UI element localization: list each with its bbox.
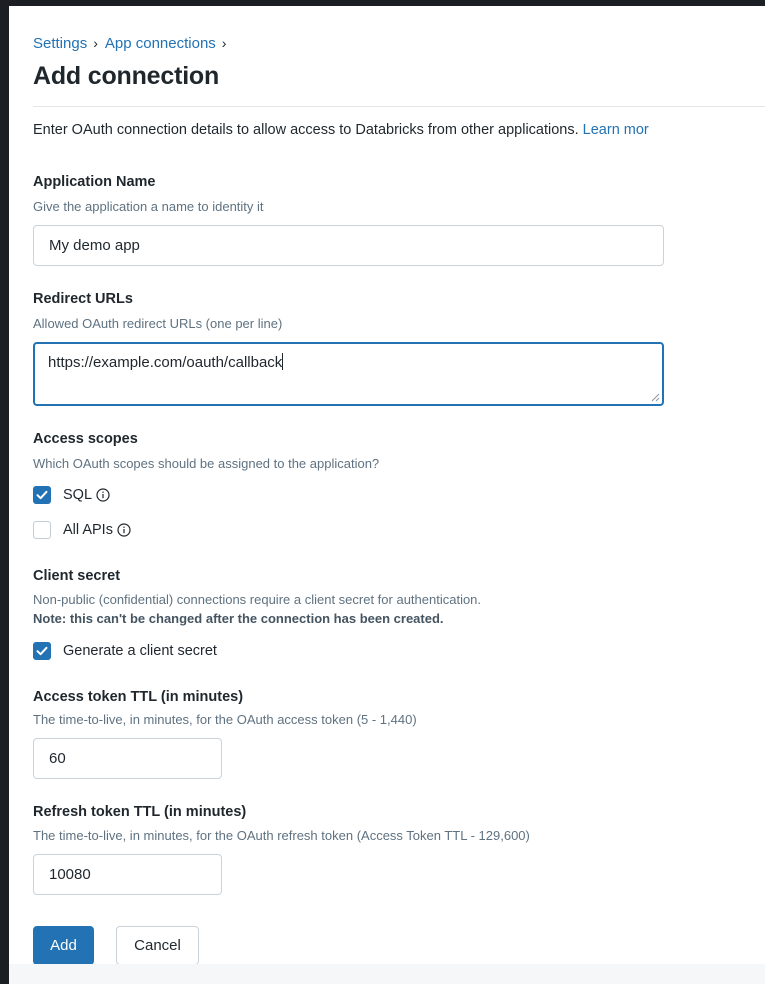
- scope-all-apis-option[interactable]: All APIs: [33, 520, 131, 540]
- scope-all-apis-checkbox[interactable]: [33, 521, 51, 539]
- access-ttl-input[interactable]: [33, 738, 222, 779]
- refresh-ttl-label: Refresh token TTL (in minutes): [33, 804, 247, 820]
- redirect-urls-textarea[interactable]: https://example.com/oauth/callback: [33, 342, 664, 406]
- title-divider: [33, 106, 765, 107]
- application-name-help: Give the application a name to identity …: [33, 199, 264, 214]
- app-window: Settings › App connections › Add connection…: [9, 6, 765, 984]
- breadcrumb-separator: ›: [221, 35, 227, 51]
- info-icon[interactable]: [117, 523, 131, 537]
- refresh-ttl-help: The time-to-live, in minutes, for the OA…: [33, 828, 530, 843]
- info-icon[interactable]: [96, 488, 110, 502]
- intro-text: Enter OAuth connection details to allow …: [33, 122, 765, 138]
- breadcrumb-settings[interactable]: Settings: [33, 35, 87, 52]
- redirect-urls-help: Allowed OAuth redirect URLs (one per lin…: [33, 316, 283, 331]
- learn-more-link[interactable]: Learn mor: [583, 122, 649, 138]
- access-ttl-help: The time-to-live, in minutes, for the OA…: [33, 712, 417, 727]
- scope-sql-option[interactable]: SQL: [33, 485, 110, 505]
- scope-sql-label: SQL: [63, 487, 93, 503]
- access-scopes-help: Which OAuth scopes should be assigned to…: [33, 456, 380, 471]
- breadcrumb-separator: ›: [93, 35, 98, 51]
- add-button[interactable]: Add: [33, 926, 94, 965]
- client-secret-help: Non-public (confidential) connections re…: [33, 592, 482, 607]
- application-name-input[interactable]: [33, 225, 664, 266]
- intro-description: Enter OAuth connection details to allow …: [33, 122, 583, 138]
- generate-secret-option[interactable]: Generate a client secret: [33, 641, 217, 661]
- checkmark-icon: [36, 646, 48, 656]
- application-name-label: Application Name: [33, 174, 156, 190]
- breadcrumb-app-connections[interactable]: App connections: [105, 35, 216, 52]
- redirect-urls-value: https://example.com/oauth/callback: [48, 354, 283, 371]
- scope-sql-checkbox[interactable]: [33, 486, 51, 504]
- footer-band: [9, 964, 765, 984]
- checkmark-icon: [36, 490, 48, 500]
- breadcrumb: Settings › App connections ›: [33, 35, 233, 52]
- refresh-ttl-input[interactable]: [33, 854, 222, 895]
- client-secret-note: Note: this can't be changed after the co…: [33, 611, 444, 626]
- resize-grip-icon[interactable]: [650, 392, 660, 402]
- scope-all-apis-label: All APIs: [63, 522, 113, 538]
- generate-secret-label: Generate a client secret: [63, 643, 217, 659]
- text-caret: [282, 353, 284, 370]
- access-ttl-label: Access token TTL (in minutes): [33, 689, 244, 705]
- generate-secret-checkbox[interactable]: [33, 642, 51, 660]
- redirect-urls-label: Redirect URLs: [33, 291, 133, 307]
- client-secret-label: Client secret: [33, 568, 121, 584]
- cancel-button[interactable]: Cancel: [116, 926, 199, 965]
- page-title: Add connection: [33, 62, 220, 90]
- access-scopes-label: Access scopes: [33, 431, 138, 447]
